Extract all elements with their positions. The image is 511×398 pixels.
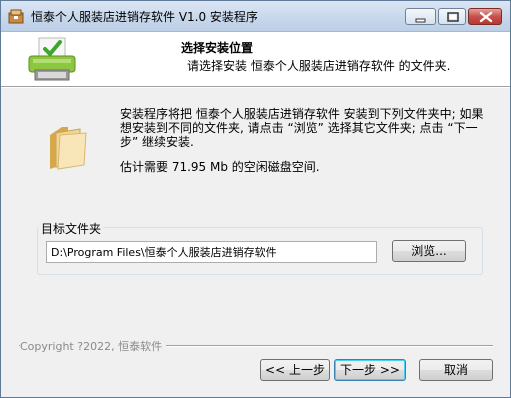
- printer-check-icon: [28, 37, 76, 81]
- branding-text: Copyright ?2022, 恒泰软件: [20, 338, 167, 354]
- destination-group-label: 目标文件夹: [39, 220, 104, 237]
- next-button[interactable]: 下一步 >>: [334, 359, 406, 381]
- minimize-button[interactable]: [405, 8, 436, 25]
- installer-box-icon: [8, 9, 24, 24]
- close-button[interactable]: [468, 8, 502, 25]
- page-title: 选择安装位置: [181, 41, 254, 55]
- header-divider: [1, 86, 510, 88]
- title-bar[interactable]: 恒泰个人服装店进销存软件 V1.0 安装程序: [1, 1, 510, 32]
- disk-space-text: 估计需要 71.95 Mb 的空闲磁盘空间.: [120, 160, 320, 174]
- maximize-icon: [447, 12, 459, 22]
- browse-button[interactable]: 浏览...: [392, 240, 466, 262]
- close-icon: [479, 11, 493, 23]
- minimize-icon: [415, 18, 426, 23]
- back-button[interactable]: << 上一步: [260, 359, 330, 381]
- installer-window: 恒泰个人服装店进销存软件 V1.0 安装程序 选择安装位置 请选择安装 恒泰个人…: [0, 0, 511, 398]
- destination-path-input[interactable]: [46, 241, 377, 263]
- folder-icon: [50, 127, 87, 170]
- header-panel: 选择安装位置 请选择安装 恒泰个人服装店进销存软件 的文件夹.: [1, 32, 510, 86]
- page-subtitle: 请选择安装 恒泰个人服装店进销存软件 的文件夹.: [187, 59, 451, 73]
- install-description: 安装程序将把 恒泰个人服装店进销存软件 安装到下列文件夹中; 如果想安装到不同的…: [120, 107, 484, 149]
- cancel-button[interactable]: 取消: [419, 359, 493, 381]
- maximize-button[interactable]: [438, 8, 466, 25]
- window-title: 恒泰个人服装店进销存软件 V1.0 安装程序: [31, 10, 258, 24]
